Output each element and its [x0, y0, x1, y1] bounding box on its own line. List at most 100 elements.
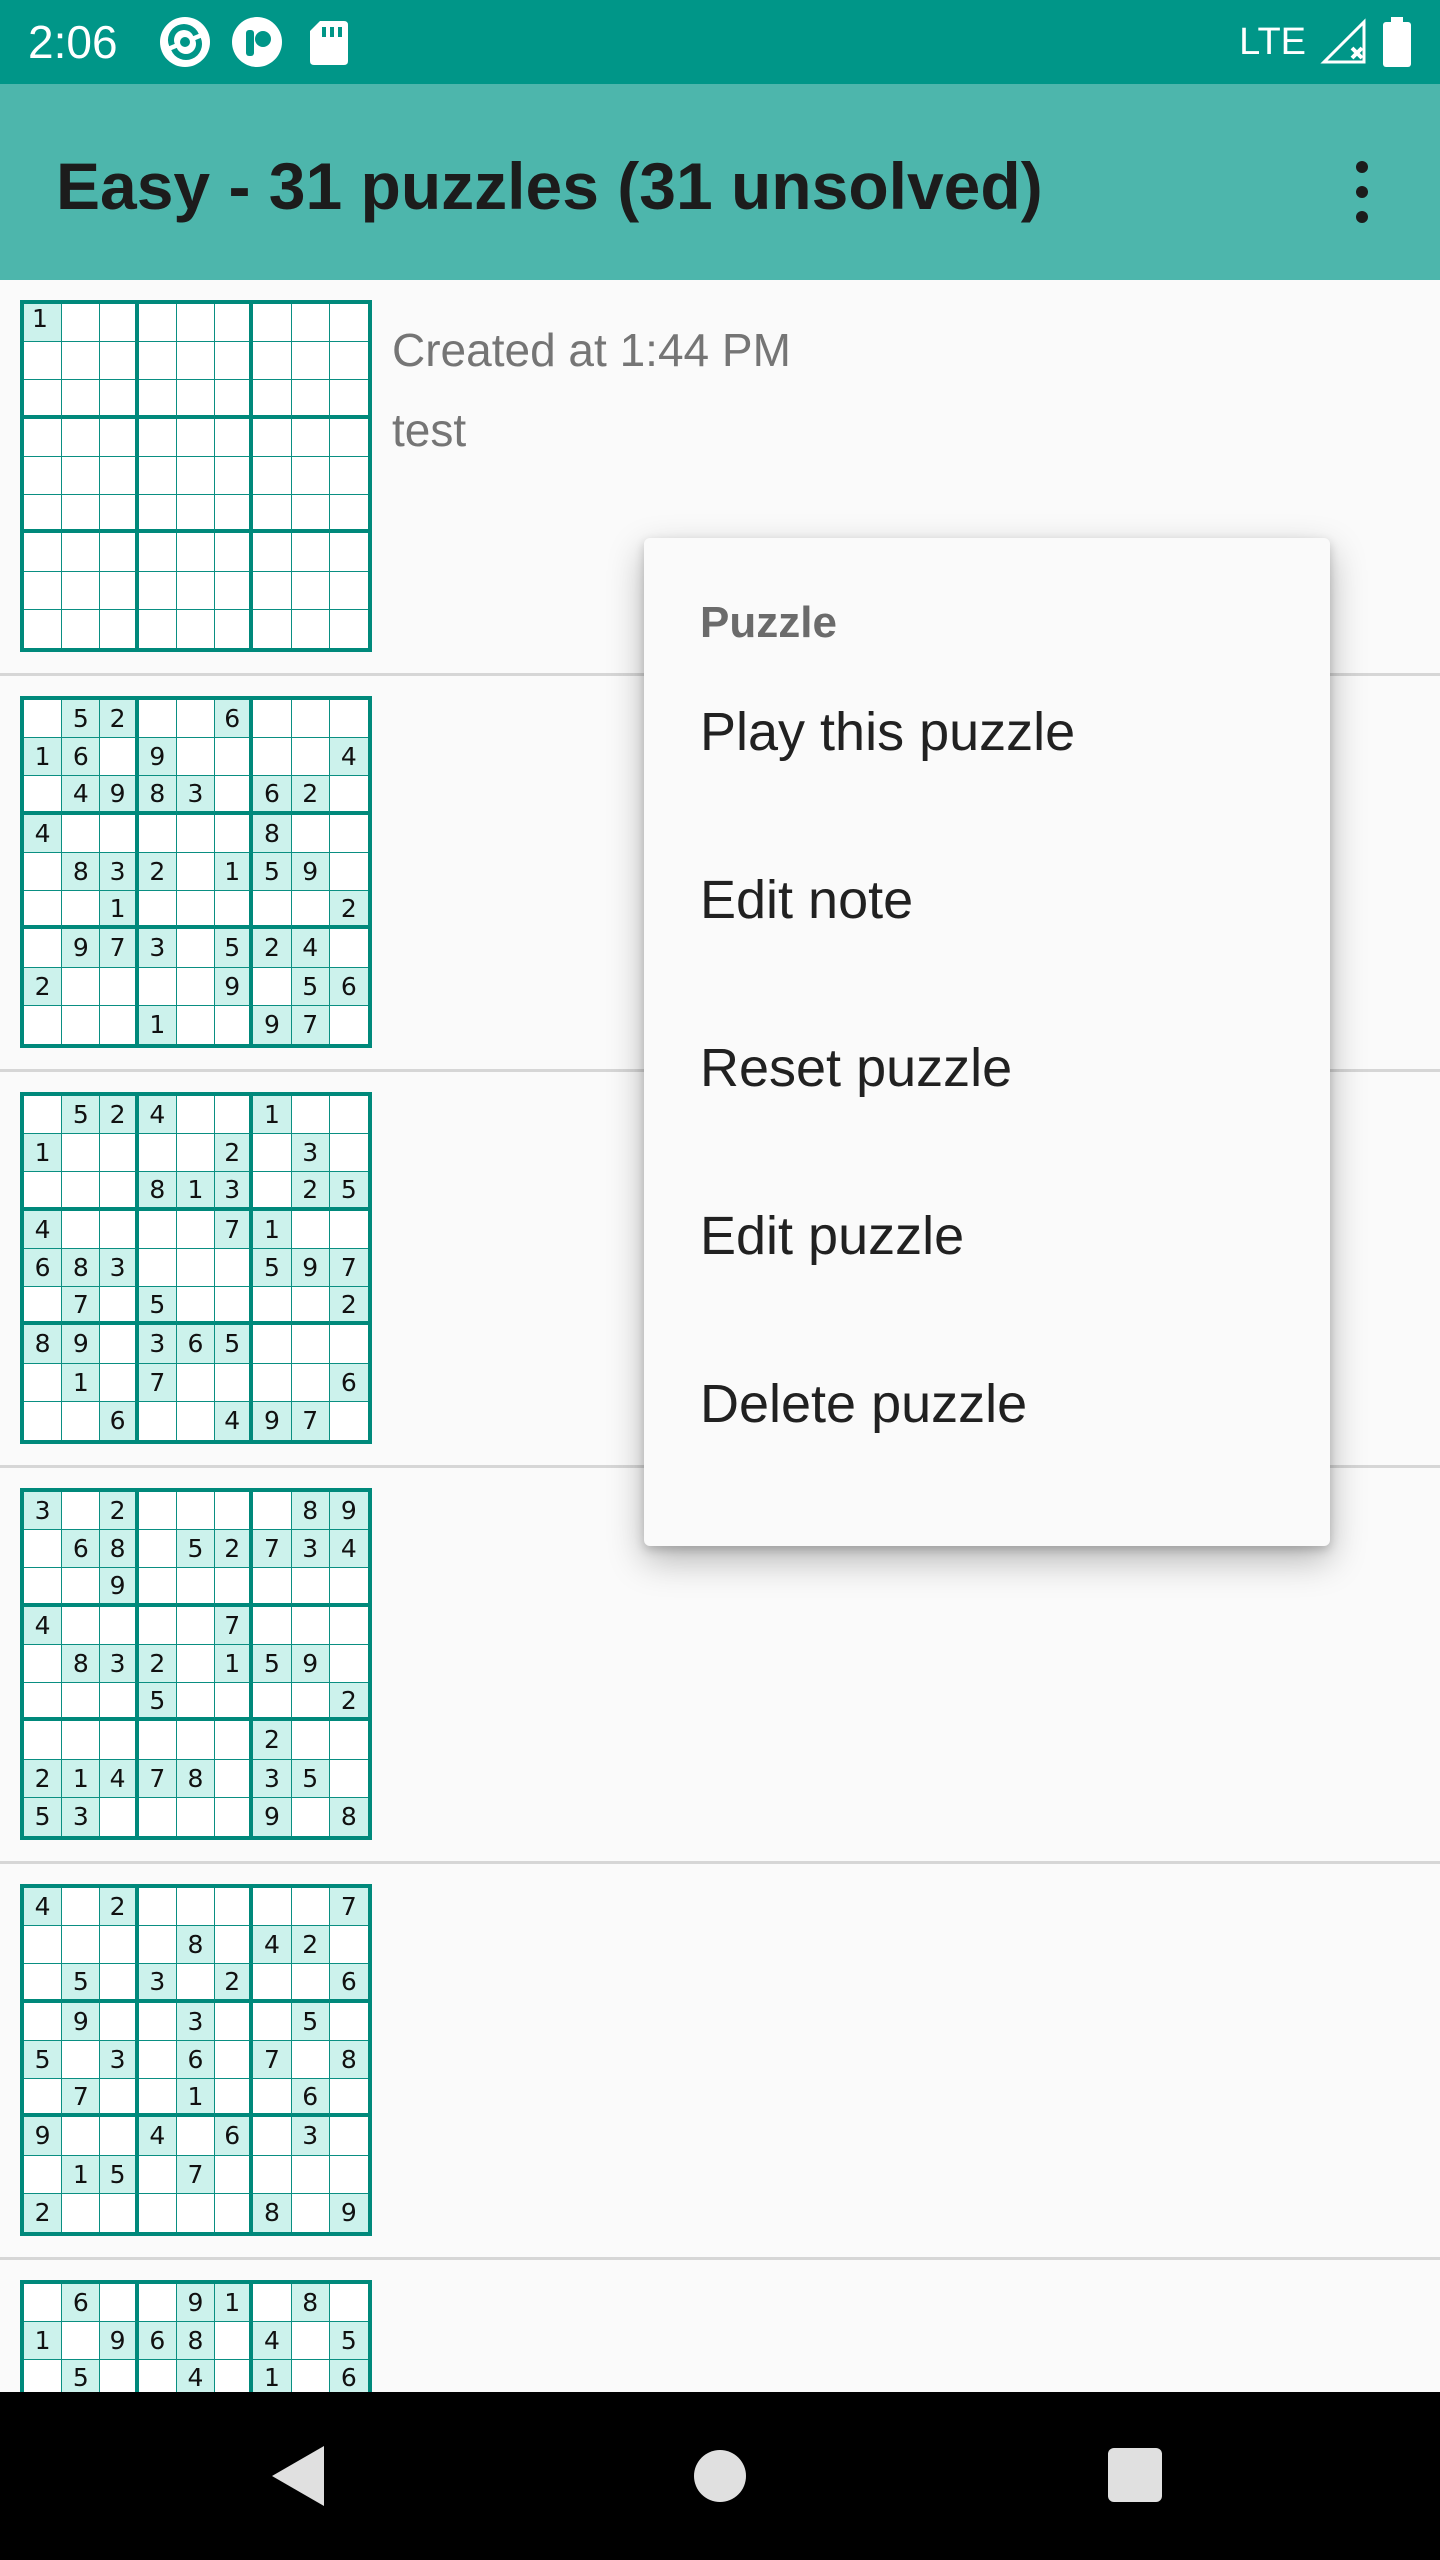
menu-item-play[interactable]: Play this puzzle: [644, 648, 1330, 816]
sudoku-cell: 4: [24, 1210, 63, 1249]
sudoku-cell: [24, 1005, 63, 1044]
sudoku-cell: [329, 1568, 368, 1607]
sudoku-cell: 6: [176, 2040, 216, 2080]
sudoku-cell: [24, 2284, 63, 2323]
sudoku-cell: [24, 1530, 63, 1569]
sudoku-cell: 9: [253, 1797, 292, 1836]
sudoku-cell: [176, 380, 216, 419]
sudoku-cell: [176, 304, 216, 343]
sudoku-cell: [291, 1568, 330, 1607]
sudoku-cell: [138, 495, 177, 534]
more-options-button[interactable]: [1326, 144, 1398, 240]
sudoku-cell: 1: [253, 2360, 292, 2392]
menu-item-reset[interactable]: Reset puzzle: [644, 984, 1330, 1152]
sudoku-cell: [291, 418, 330, 457]
sudoku-cell: [176, 1964, 216, 2003]
home-icon[interactable]: [694, 2450, 746, 2502]
back-icon[interactable]: [272, 2446, 324, 2506]
puzzle-list-item[interactable]: 69181968455416: [0, 2260, 1440, 2392]
sudoku-cell: 2: [138, 1644, 177, 1684]
sudoku-cell: [138, 700, 177, 739]
sudoku-cell: [253, 1683, 292, 1722]
sudoku-cell: [215, 456, 254, 496]
sudoku-cell: [292, 609, 330, 648]
sudoku-cell: 2: [291, 1172, 330, 1211]
puzzle-list-item[interactable]: 4278425326935536787169463157289: [0, 1864, 1440, 2260]
sudoku-cell: [62, 1401, 101, 1440]
sudoku-cell: [62, 2040, 101, 2080]
menu-item-edit-puzzle[interactable]: Edit puzzle: [644, 1152, 1330, 1320]
sudoku-cell: [215, 1759, 254, 1798]
recents-icon[interactable]: [1108, 2448, 1162, 2502]
sudoku-cell: 5: [215, 1325, 254, 1364]
more-vert-icon: [1356, 186, 1368, 198]
sudoku-cell: [176, 1210, 216, 1249]
sudoku-cell: 2: [100, 1096, 139, 1135]
sudoku-cell: [177, 609, 216, 648]
sudoku-cell: [100, 1363, 139, 1402]
sudoku-cell: [24, 1401, 63, 1440]
sudoku-cell: [176, 1363, 216, 1402]
sudoku-cell: [138, 342, 177, 381]
sudoku-cell: 2: [253, 1721, 292, 1760]
sudoku-cell: [291, 1287, 330, 1326]
sudoku-cell: 1: [138, 1005, 177, 1044]
status-time: 2:06: [28, 16, 118, 68]
sudoku-cell: [62, 1210, 101, 1249]
sudoku-cell: [176, 852, 216, 892]
sudoku-cell: 6: [329, 1964, 368, 2003]
sudoku-cell: 8: [176, 1759, 216, 1798]
sudoku-cell: 7: [215, 1606, 254, 1645]
sudoku-cell: [215, 1683, 254, 1722]
sudoku-cell: 6: [62, 2284, 101, 2323]
sudoku-cell: [176, 1096, 216, 1135]
sudoku-cell: [100, 2284, 139, 2323]
sudoku-cell: [62, 380, 101, 419]
sudoku-cell: [215, 1005, 254, 1044]
sudoku-cell: [253, 456, 292, 496]
menu-item-edit-note[interactable]: Edit note: [644, 816, 1330, 984]
sudoku-cell: [292, 1797, 330, 1836]
sudoku-cell: [215, 814, 254, 853]
sudoku-cell: [62, 891, 101, 930]
sudoku-cell: [215, 609, 254, 648]
sudoku-cell: [291, 1363, 330, 1402]
sudoku-cell: 9: [62, 929, 101, 968]
sudoku-cell: [291, 700, 330, 739]
sudoku-cell: [291, 814, 330, 853]
sudoku-cell: [329, 1325, 368, 1364]
sudoku-cell: [215, 2360, 254, 2392]
sudoku-cell: [329, 1134, 368, 1173]
sd-card-icon: [310, 21, 348, 65]
sudoku-cell: [253, 738, 292, 777]
sudoku-cell: 9: [100, 776, 139, 815]
sudoku-cell: 5: [62, 1096, 101, 1135]
sudoku-cell: 5: [253, 852, 292, 892]
sudoku-cell: 5: [215, 929, 254, 968]
sudoku-cell: 3: [291, 2117, 330, 2156]
menu-item-delete[interactable]: Delete puzzle: [644, 1320, 1330, 1488]
sudoku-cell: 8: [253, 814, 292, 853]
sudoku-cell: [253, 1492, 292, 1531]
sudoku-cell: [329, 1721, 368, 1760]
sudoku-cell: 5: [291, 967, 330, 1006]
sudoku-cell: [215, 1492, 254, 1531]
sudoku-cell: [215, 495, 254, 534]
sudoku-cell: 9: [138, 738, 177, 777]
sudoku-cell: [253, 1134, 292, 1173]
sudoku-cell: 1: [176, 2079, 216, 2118]
sudoku-cell: 3: [215, 1172, 254, 1211]
sudoku-cell: 6: [215, 2117, 254, 2156]
sudoku-cell: [176, 1287, 216, 1326]
sudoku-cell: 5: [253, 1644, 292, 1684]
sudoku-cell: 4: [62, 776, 101, 815]
sudoku-cell: 4: [176, 2360, 216, 2392]
sudoku-cell: [215, 738, 254, 777]
sudoku-cell: [62, 418, 101, 457]
sudoku-cell: [24, 1644, 63, 1684]
sudoku-cell: [100, 1683, 139, 1722]
sudoku-cell: 6: [291, 2079, 330, 2118]
sudoku-cell: [253, 1964, 292, 2003]
sudoku-cell: 7: [62, 2079, 101, 2118]
sudoku-cell: 3: [138, 1325, 177, 1364]
